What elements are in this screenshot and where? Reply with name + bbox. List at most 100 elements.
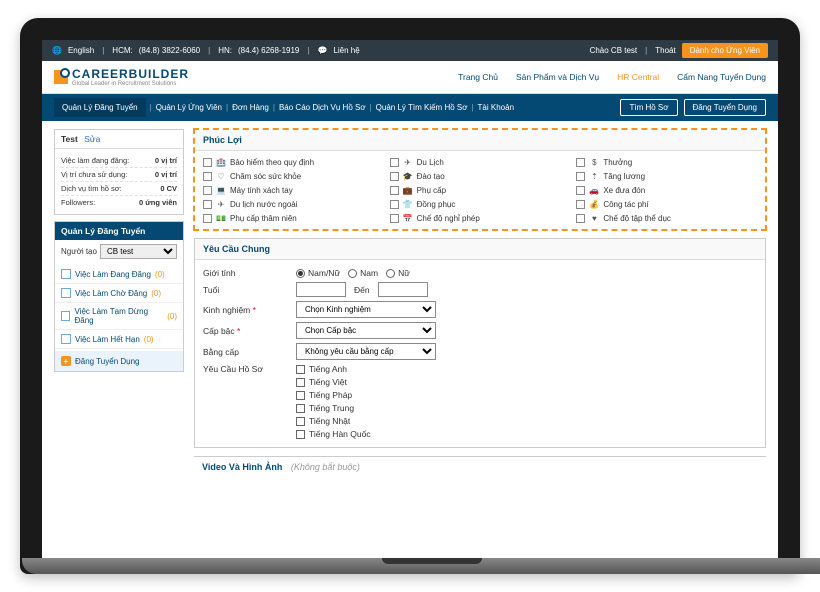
benefit-text: Chế độ nghỉ phép xyxy=(417,214,480,223)
plus-icon: + xyxy=(61,356,71,366)
benefit-checkbox[interactable] xyxy=(576,158,585,167)
logo[interactable]: CAREERBUILDER Global Leader in Recruitme… xyxy=(54,67,189,87)
age-from-input[interactable] xyxy=(296,282,346,297)
benefit-item[interactable]: ♡ Chăm sóc sức khỏe xyxy=(203,171,384,181)
benefit-checkbox[interactable] xyxy=(390,158,399,167)
creator-select[interactable]: CB test xyxy=(100,244,177,259)
creator-label: Người tạo xyxy=(61,247,97,256)
benefit-item[interactable]: 💵Phụ cấp thâm niên xyxy=(203,213,384,223)
required-mark: * xyxy=(253,305,256,315)
find-resume-button[interactable]: Tìm Hồ Sơ xyxy=(620,99,677,116)
benefit-item[interactable]: 💼 Phụ cấp xyxy=(390,185,571,195)
benefit-item[interactable]: ✈Du lịch nước ngoài xyxy=(203,199,384,209)
gender-female-radio[interactable]: Nữ xyxy=(386,268,410,278)
subnav-account[interactable]: Tài Khoản xyxy=(478,103,514,112)
benefit-text: Thưởng xyxy=(603,158,632,167)
benefit-icon: ♡ xyxy=(216,171,226,181)
benefit-text: Chăm sóc sức khỏe xyxy=(230,172,301,181)
subnav-search[interactable]: Quản Lý Tìm Kiếm Hồ Sơ xyxy=(376,103,468,112)
doc-icon xyxy=(61,311,70,321)
benefit-item[interactable]: ♥Chế độ tập thể dục xyxy=(576,213,757,223)
degree-select[interactable]: Không yêu cầu bằng cấp xyxy=(296,343,436,360)
lang-checkbox[interactable] xyxy=(296,404,305,413)
edit-link[interactable]: Sửa xyxy=(84,134,100,144)
globe-icon: 🌐 xyxy=(52,46,62,55)
logout-link[interactable]: Thoát xyxy=(655,46,675,55)
candidate-button[interactable]: Dành cho Ứng Viên xyxy=(682,43,768,58)
benefit-text: Bảo hiểm theo quy định xyxy=(230,158,314,167)
nav-guide[interactable]: Cẩm Nang Tuyển Dụng xyxy=(677,72,766,82)
benefit-checkbox[interactable] xyxy=(203,172,212,181)
age-to-input[interactable] xyxy=(378,282,428,297)
benefit-checkbox[interactable] xyxy=(576,200,585,209)
lang-checkbox[interactable] xyxy=(296,417,305,426)
chat-icon: 💬 xyxy=(317,46,327,55)
stat-row: Vị trí chưa sử dụng:0 vị trí xyxy=(61,168,177,182)
benefit-item[interactable]: 🏥Bảo hiểm theo quy định xyxy=(203,157,384,167)
benefit-item[interactable]: 📅 Chế độ nghỉ phép xyxy=(390,213,571,223)
hn-label: HN: xyxy=(218,46,232,55)
benefit-icon: 💼 xyxy=(403,185,413,195)
subnav-reports[interactable]: Báo Cáo Dịch Vụ Hồ Sơ xyxy=(279,103,366,112)
sidebar-item-expired[interactable]: Việc Làm Hết Hạn(0) xyxy=(55,330,183,349)
lang-check[interactable]: Tiếng Việt xyxy=(296,377,371,387)
lang-check[interactable]: Tiếng Nhật xyxy=(296,416,371,426)
stat-row: Việc làm đang đăng:0 vị trí xyxy=(61,154,177,168)
contact-link[interactable]: Liên hệ xyxy=(333,46,359,55)
lang-checkbox[interactable] xyxy=(296,430,305,439)
logo-icon xyxy=(54,70,68,84)
lang-check[interactable]: Tiếng Anh xyxy=(296,364,371,374)
benefit-checkbox[interactable] xyxy=(390,214,399,223)
benefit-checkbox[interactable] xyxy=(576,172,585,181)
nav-products[interactable]: Sản Phẩm và Dịch Vụ xyxy=(516,72,599,82)
sidebar-item-paused[interactable]: Việc Làm Tạm Dừng Đăng(0) xyxy=(55,303,183,330)
benefit-item[interactable]: ✈Du Lịch xyxy=(390,157,571,167)
post-job-action[interactable]: + Đăng Tuyển Dụng xyxy=(55,351,183,371)
gender-male-radio[interactable]: Nam xyxy=(348,268,378,278)
benefit-item[interactable]: 🚗Xe đưa đón xyxy=(576,185,757,195)
lang-check[interactable]: Tiếng Trung xyxy=(296,403,371,413)
subnav-applicants[interactable]: Quản Lý Ứng Viên xyxy=(156,103,222,112)
benefit-item[interactable]: $Thưởng xyxy=(576,157,757,167)
benefit-text: Phụ cấp xyxy=(417,186,446,195)
benefit-checkbox[interactable] xyxy=(390,186,399,195)
benefit-checkbox[interactable] xyxy=(203,158,212,167)
benefit-checkbox[interactable] xyxy=(390,172,399,181)
lang-check[interactable]: Tiếng Pháp xyxy=(296,390,371,400)
benefit-icon: ⇡ xyxy=(589,171,599,181)
benefit-item[interactable]: 🎓Đào tạo xyxy=(390,171,571,181)
optional-label: (Không bắt buộc) xyxy=(291,462,360,472)
subnav-posting[interactable]: Quản Lý Đăng Tuyển xyxy=(54,98,146,117)
benefit-text: Phụ cấp thâm niên xyxy=(230,214,297,223)
benefit-item[interactable]: ⇡Tăng lương xyxy=(576,171,757,181)
benefit-icon: 📅 xyxy=(403,213,413,223)
benefit-checkbox[interactable] xyxy=(203,214,212,223)
level-select[interactable]: Chọn Cấp bậc xyxy=(296,322,436,339)
lang-checkbox[interactable] xyxy=(296,365,305,374)
sidebar-item-pending[interactable]: Việc Làm Chờ Đăng(0) xyxy=(55,284,183,303)
benefit-checkbox[interactable] xyxy=(576,186,585,195)
resume-req-label: Yêu Cầu Hồ Sơ xyxy=(203,364,288,374)
nav-home[interactable]: Trang Chủ xyxy=(458,72,498,82)
lang-check[interactable]: Tiếng Hàn Quốc xyxy=(296,429,371,439)
post-job-button[interactable]: Đăng Tuyển Dụng xyxy=(684,99,767,116)
benefit-checkbox[interactable] xyxy=(203,200,212,209)
benefit-checkbox[interactable] xyxy=(203,186,212,195)
lang-label: Tiếng Nhật xyxy=(309,416,350,426)
benefit-checkbox[interactable] xyxy=(390,200,399,209)
benefit-checkbox[interactable] xyxy=(576,214,585,223)
benefit-item[interactable]: 👕Đồng phục xyxy=(390,199,571,209)
general-title: Yêu Cầu Chung xyxy=(195,239,765,260)
gender-both-radio[interactable]: Nam/Nữ xyxy=(296,268,340,278)
lang-link[interactable]: English xyxy=(68,46,94,55)
experience-select[interactable]: Chọn Kinh nghiệm xyxy=(296,301,436,318)
subnav-orders[interactable]: Đơn Hàng xyxy=(232,103,269,112)
benefit-item[interactable]: 💻Máy tính xách tay xyxy=(203,185,384,195)
benefit-text: Đồng phục xyxy=(417,200,456,209)
lang-checkbox[interactable] xyxy=(296,391,305,400)
lang-checkbox[interactable] xyxy=(296,378,305,387)
sidebar-item-active[interactable]: Việc Làm Đang Đăng(0) xyxy=(55,265,183,284)
benefit-item[interactable]: 💰Công tác phí xyxy=(576,199,757,209)
nav-hr-central[interactable]: HR Central xyxy=(617,72,659,82)
hcm-label: HCM: xyxy=(112,46,132,55)
